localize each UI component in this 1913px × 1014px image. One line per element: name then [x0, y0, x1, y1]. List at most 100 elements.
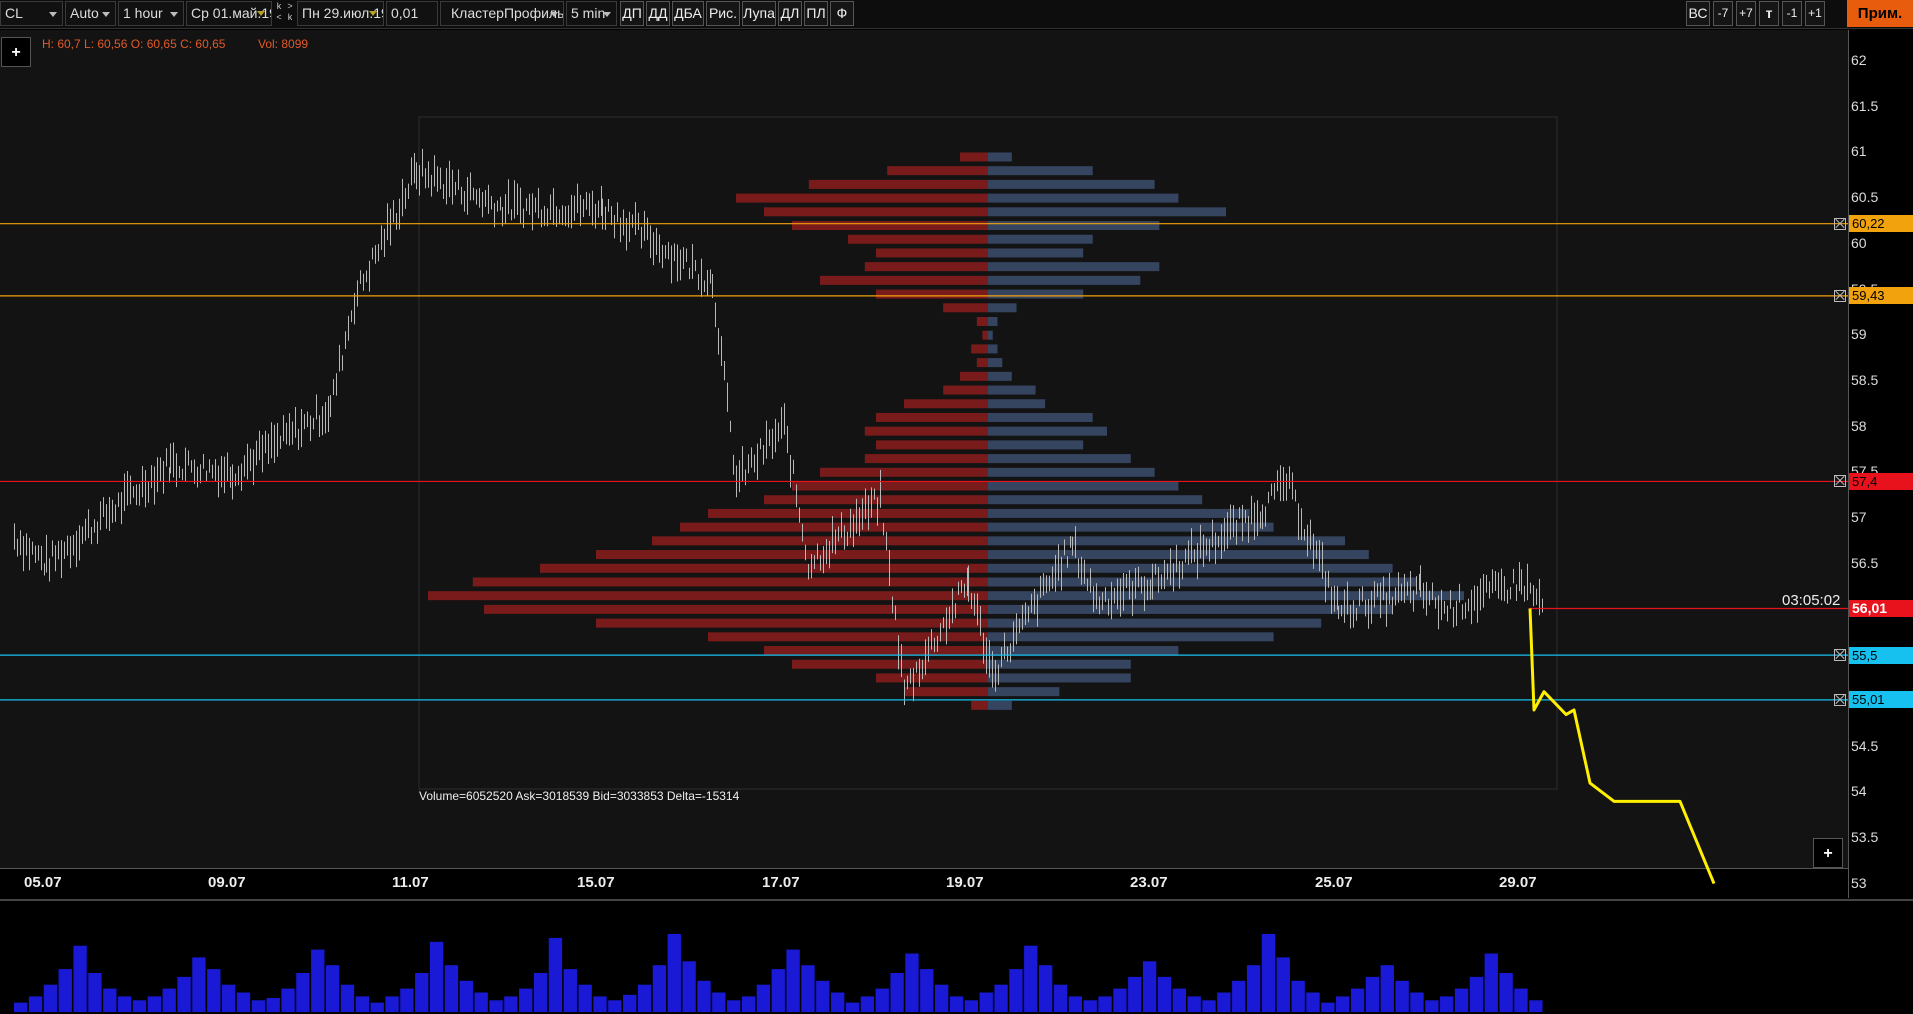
profile-bid-bar	[904, 687, 988, 697]
profile-ask-bar	[988, 316, 998, 326]
volume-bar	[608, 1000, 622, 1012]
volume-bar	[400, 988, 414, 1012]
volume-bar	[1440, 996, 1454, 1012]
volume-bar	[236, 992, 251, 1012]
date-tick-label: 05.07	[24, 874, 62, 891]
profile-ask-bar	[988, 440, 1084, 450]
profile-bid-bar	[876, 673, 988, 683]
volume-bar	[994, 984, 1008, 1012]
volume-bar	[1068, 996, 1083, 1012]
volume-bar	[429, 941, 444, 1012]
volume-bar	[370, 1002, 384, 1012]
volume-bar	[147, 996, 162, 1012]
date-tick-label: 29.07	[1499, 874, 1537, 891]
profile-ask-bar	[988, 166, 1093, 176]
volume-bar	[1410, 992, 1424, 1012]
volume-bar	[1098, 996, 1112, 1012]
profile-ask-bar	[988, 426, 1107, 436]
volume-bar	[28, 996, 43, 1012]
level-label: 59,43	[1849, 287, 1913, 305]
volume-bar	[845, 1002, 860, 1012]
volume-bar	[266, 997, 280, 1012]
remove-level-icon	[1834, 475, 1846, 488]
date-tick-label: 17.07	[762, 874, 800, 891]
profile-bid-bar	[864, 262, 988, 272]
profile-bid-bar	[943, 303, 988, 313]
add-indicator-button[interactable]: +	[1, 37, 31, 67]
volume-bar	[1484, 953, 1498, 1012]
volume-bar	[73, 945, 87, 1012]
profile-bid-bar	[596, 550, 988, 560]
profile-ask-bar	[988, 412, 1093, 422]
volume-bar	[43, 984, 58, 1012]
remove-level-icon	[1834, 217, 1846, 230]
price-tick-label: 54	[1851, 783, 1867, 800]
volume-bar	[1246, 965, 1261, 1012]
profile-bid-bar	[708, 508, 988, 518]
volume-bar	[1380, 965, 1394, 1012]
volume-bar	[103, 988, 117, 1012]
volume-bar	[727, 1000, 741, 1012]
volume-bar	[177, 976, 191, 1012]
volume-bar	[1469, 976, 1484, 1012]
volume-bar	[1009, 969, 1023, 1012]
profile-ask-bar	[988, 467, 1155, 477]
profile-bid-bar	[484, 604, 988, 614]
profile-bid-bar	[864, 426, 988, 436]
volume-bar	[949, 996, 964, 1012]
volume-bar	[1113, 988, 1127, 1012]
volume-bar	[1454, 988, 1469, 1012]
remove-level-icon	[1834, 289, 1846, 302]
volume-bar	[474, 992, 488, 1012]
volume-bar	[311, 949, 325, 1012]
price-tick-label: 58.5	[1851, 371, 1879, 388]
profile-bid-bar	[904, 399, 988, 409]
volume-bar	[905, 953, 919, 1012]
profile-bid-bar	[764, 207, 988, 217]
volume-bar	[207, 969, 221, 1012]
volume-bar	[1321, 1002, 1335, 1012]
profile-ask-bar	[988, 646, 1179, 656]
volume-bar	[1142, 961, 1157, 1012]
volume-bar	[1336, 996, 1350, 1012]
profile-ask-bar	[988, 659, 1131, 669]
volume-bar	[162, 988, 176, 1012]
level-label: 60,22	[1849, 215, 1913, 233]
volume-bar	[1038, 965, 1053, 1012]
volume-bar	[548, 937, 563, 1012]
profile-ask-bar	[988, 495, 1203, 505]
profile-ask-bar	[988, 550, 1369, 560]
volume-bar	[786, 949, 800, 1012]
profile-ask-bar	[988, 700, 1012, 710]
profile-ask-bar	[988, 303, 1017, 313]
volume-bar	[1306, 992, 1320, 1012]
volume-bar	[1172, 988, 1186, 1012]
volume-bar	[1514, 988, 1528, 1012]
profile-ask-bar	[988, 687, 1060, 697]
profile-bid-bar	[596, 618, 988, 628]
level-label: 55,5	[1849, 646, 1913, 664]
profile-bid-bar	[680, 522, 988, 532]
volume-bar	[637, 984, 652, 1012]
remove-level-icon	[1834, 693, 1846, 706]
level-label: 56,01	[1849, 599, 1913, 617]
profile-bid-bar	[976, 316, 988, 326]
profile-bid-bar	[764, 646, 988, 656]
volume-bar	[801, 965, 815, 1012]
profile-bid-bar	[848, 234, 988, 244]
profile-ask-bar	[988, 371, 1012, 381]
add-pane-button[interactable]: +	[1813, 838, 1843, 868]
date-tick-label: 15.07	[577, 874, 615, 891]
volume-bar	[504, 996, 518, 1012]
volume-bar	[623, 994, 637, 1012]
volume-bar	[890, 973, 904, 1012]
volume-bar	[756, 984, 771, 1012]
profile-bid-bar	[943, 385, 988, 395]
volume-bar	[1187, 996, 1201, 1012]
volume-bar	[1232, 980, 1246, 1012]
volume-bar	[296, 973, 310, 1012]
volume-bar	[221, 984, 236, 1012]
profile-bid-bar	[876, 412, 988, 422]
volume-bar	[1217, 992, 1231, 1012]
volume-bar	[444, 965, 459, 1012]
